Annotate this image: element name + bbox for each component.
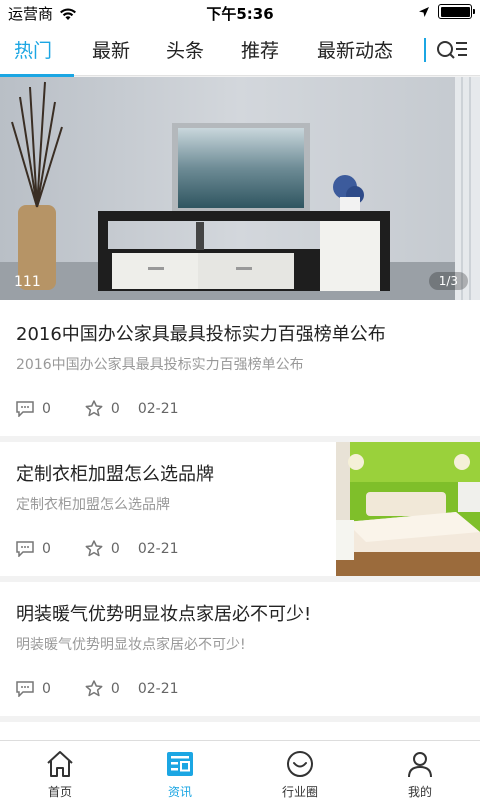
smile-icon [287, 751, 313, 777]
tab-hot[interactable]: 热门 [14, 36, 52, 76]
comment-count: 0 [42, 680, 51, 697]
news-meta: 0 0 02-21 [16, 680, 179, 697]
status-time: 下午5:36 [206, 5, 274, 23]
banner-carousel[interactable]: 111 1/3 [0, 77, 480, 300]
news-item-1[interactable]: 2016中国办公家具最具投标实力百强榜单公布 2016中国办公家具最具投标实力百… [0, 300, 480, 436]
nav-label: 行业圈 [281, 785, 318, 799]
category-tabs: 热门 最新 头条 推荐 最新动态 [0, 26, 480, 77]
comment-count: 0 [42, 400, 51, 417]
comment-icon [16, 540, 34, 557]
like-count: 0 [110, 540, 120, 557]
nav-home[interactable]: 首页 [0, 741, 120, 800]
nav-label: 我的 [407, 785, 432, 799]
location-arrow-icon [419, 6, 429, 17]
news-date: 02-21 [137, 400, 179, 417]
news-date: 02-21 [137, 540, 179, 557]
bottom-navigation: 首页 资讯 行业圈 我的 [0, 740, 480, 800]
news-title: 明装暖气优势明显妆点家居必不可少! [16, 604, 312, 625]
tab-headlines[interactable]: 头条 [166, 36, 204, 76]
news-icon [167, 752, 193, 776]
banner-pager: 1/3 [428, 272, 468, 290]
star-icon [85, 680, 103, 697]
comment-count: 0 [42, 540, 51, 557]
star-icon [85, 400, 103, 417]
news-item-3[interactable]: 明装暖气优势明显妆点家居必不可少! 明装暖气优势明显妆点家居必不可少! 0 0 … [0, 582, 480, 716]
nav-news[interactable]: 资讯 [120, 741, 240, 800]
news-meta: 0 0 02-21 [16, 400, 179, 417]
user-icon [408, 752, 432, 778]
nav-industry-circle[interactable]: 行业圈 [240, 741, 360, 800]
nav-profile[interactable]: 我的 [360, 741, 480, 800]
news-meta: 0 0 02-21 [16, 540, 179, 557]
like-count: 0 [110, 680, 120, 697]
tab-latest[interactable]: 最新 [92, 36, 130, 76]
star-icon [85, 540, 103, 557]
battery-icon [438, 4, 475, 19]
status-bar: 运营商 下午5:36 [0, 0, 480, 26]
news-item-2[interactable]: 定制衣柜加盟怎么选品牌 定制衣柜加盟怎么选品牌 0 0 02-21 [0, 442, 480, 576]
tab-divider [424, 38, 426, 62]
news-thumbnail [336, 442, 480, 576]
nav-label: 资讯 [167, 785, 192, 799]
news-title: 定制衣柜加盟怎么选品牌 [16, 464, 214, 485]
tab-recommended[interactable]: 推荐 [241, 36, 279, 76]
news-title: 2016中国办公家具最具投标实力百强榜单公布 [16, 324, 386, 345]
news-date: 02-21 [137, 680, 179, 697]
news-summary: 2016中国办公家具最具投标实力百强榜单公布 [16, 357, 304, 373]
like-count: 0 [110, 400, 120, 417]
news-item-4[interactable] [0, 722, 480, 740]
comment-icon [16, 680, 34, 697]
comment-icon [16, 400, 34, 417]
home-icon [47, 751, 73, 777]
news-summary: 明装暖气优势明显妆点家居必不可少! [16, 637, 246, 653]
nav-label: 首页 [47, 785, 72, 799]
banner-image [0, 77, 480, 300]
banner-caption: 111 [14, 274, 41, 290]
tab-latest-news[interactable]: 最新动态 [317, 36, 393, 76]
tab-menu-icon[interactable] [436, 38, 468, 64]
news-summary: 定制衣柜加盟怎么选品牌 [16, 497, 170, 513]
